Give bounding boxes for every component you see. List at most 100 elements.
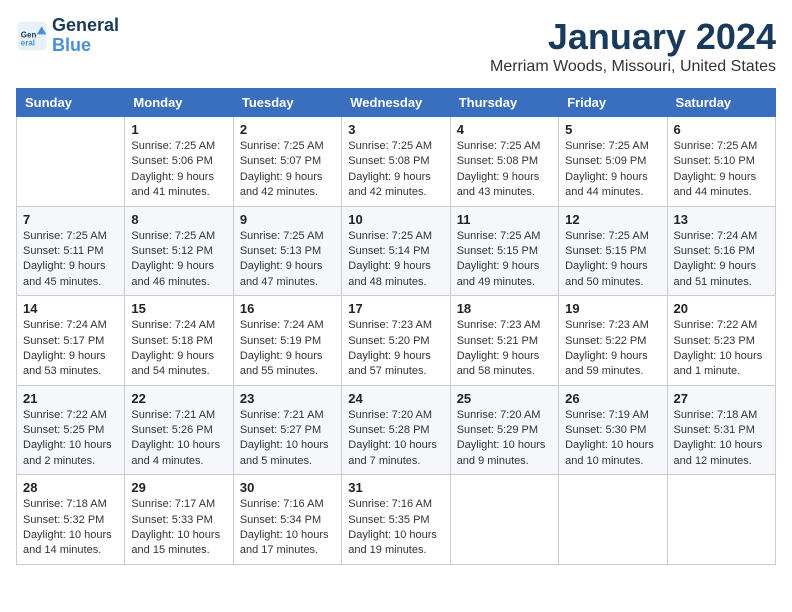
day-info: Sunrise: 7:25 AMSunset: 5:08 PMDaylight:…	[348, 139, 443, 201]
day-number: 17	[348, 301, 443, 316]
day-number: 7	[23, 212, 118, 227]
day-info: Sunrise: 7:21 AMSunset: 5:27 PMDaylight:…	[240, 408, 335, 470]
day-info: Sunrise: 7:16 AMSunset: 5:34 PMDaylight:…	[240, 497, 335, 559]
day-number: 19	[565, 301, 660, 316]
calendar-header-saturday: Saturday	[667, 89, 775, 117]
day-info: Sunrise: 7:24 AMSunset: 5:18 PMDaylight:…	[131, 318, 226, 380]
calendar-day-cell: 26 Sunrise: 7:19 AMSunset: 5:30 PMDaylig…	[559, 385, 667, 475]
calendar-day-cell: 18 Sunrise: 7:23 AMSunset: 5:21 PMDaylig…	[450, 296, 558, 386]
day-number: 22	[131, 391, 226, 406]
day-info: Sunrise: 7:25 AMSunset: 5:07 PMDaylight:…	[240, 139, 335, 201]
empty-cell	[667, 475, 775, 565]
calendar-day-cell: 13 Sunrise: 7:24 AMSunset: 5:16 PMDaylig…	[667, 206, 775, 296]
calendar-day-cell: 16 Sunrise: 7:24 AMSunset: 5:19 PMDaylig…	[233, 296, 341, 386]
day-info: Sunrise: 7:25 AMSunset: 5:10 PMDaylight:…	[674, 139, 769, 201]
day-number: 14	[23, 301, 118, 316]
day-number: 20	[674, 301, 769, 316]
day-number: 9	[240, 212, 335, 227]
calendar-header-monday: Monday	[125, 89, 233, 117]
day-number: 30	[240, 480, 335, 495]
logo: Gen eral General Blue	[16, 16, 119, 56]
calendar-day-cell: 21 Sunrise: 7:22 AMSunset: 5:25 PMDaylig…	[17, 385, 125, 475]
month-title: January 2024	[490, 16, 776, 58]
calendar-header-thursday: Thursday	[450, 89, 558, 117]
calendar-day-cell: 6 Sunrise: 7:25 AMSunset: 5:10 PMDayligh…	[667, 117, 775, 207]
calendar-day-cell: 5 Sunrise: 7:25 AMSunset: 5:09 PMDayligh…	[559, 117, 667, 207]
calendar-header-sunday: Sunday	[17, 89, 125, 117]
empty-cell	[17, 117, 125, 207]
day-info: Sunrise: 7:23 AMSunset: 5:20 PMDaylight:…	[348, 318, 443, 380]
calendar-header-row: SundayMondayTuesdayWednesdayThursdayFrid…	[17, 89, 776, 117]
day-number: 11	[457, 212, 552, 227]
day-info: Sunrise: 7:24 AMSunset: 5:19 PMDaylight:…	[240, 318, 335, 380]
day-info: Sunrise: 7:25 AMSunset: 5:11 PMDaylight:…	[23, 229, 118, 291]
page-header: Gen eral General Blue January 2024 Merri…	[16, 16, 776, 76]
day-info: Sunrise: 7:20 AMSunset: 5:29 PMDaylight:…	[457, 408, 552, 470]
day-number: 6	[674, 122, 769, 137]
logo-text: General Blue	[52, 16, 119, 56]
day-info: Sunrise: 7:25 AMSunset: 5:09 PMDaylight:…	[565, 139, 660, 201]
day-info: Sunrise: 7:25 AMSunset: 5:13 PMDaylight:…	[240, 229, 335, 291]
day-info: Sunrise: 7:23 AMSunset: 5:22 PMDaylight:…	[565, 318, 660, 380]
day-number: 15	[131, 301, 226, 316]
calendar-day-cell: 10 Sunrise: 7:25 AMSunset: 5:14 PMDaylig…	[342, 206, 450, 296]
day-number: 10	[348, 212, 443, 227]
day-number: 8	[131, 212, 226, 227]
calendar-week-row: 14 Sunrise: 7:24 AMSunset: 5:17 PMDaylig…	[17, 296, 776, 386]
day-number: 24	[348, 391, 443, 406]
calendar-day-cell: 30 Sunrise: 7:16 AMSunset: 5:34 PMDaylig…	[233, 475, 341, 565]
calendar-week-row: 7 Sunrise: 7:25 AMSunset: 5:11 PMDayligh…	[17, 206, 776, 296]
day-info: Sunrise: 7:25 AMSunset: 5:14 PMDaylight:…	[348, 229, 443, 291]
day-info: Sunrise: 7:16 AMSunset: 5:35 PMDaylight:…	[348, 497, 443, 559]
day-number: 23	[240, 391, 335, 406]
day-info: Sunrise: 7:24 AMSunset: 5:16 PMDaylight:…	[674, 229, 769, 291]
day-info: Sunrise: 7:19 AMSunset: 5:30 PMDaylight:…	[565, 408, 660, 470]
calendar-day-cell: 29 Sunrise: 7:17 AMSunset: 5:33 PMDaylig…	[125, 475, 233, 565]
calendar-day-cell: 11 Sunrise: 7:25 AMSunset: 5:15 PMDaylig…	[450, 206, 558, 296]
logo-icon: Gen eral	[16, 20, 48, 52]
calendar-day-cell: 20 Sunrise: 7:22 AMSunset: 5:23 PMDaylig…	[667, 296, 775, 386]
calendar-day-cell: 4 Sunrise: 7:25 AMSunset: 5:08 PMDayligh…	[450, 117, 558, 207]
day-number: 4	[457, 122, 552, 137]
calendar-day-cell: 7 Sunrise: 7:25 AMSunset: 5:11 PMDayligh…	[17, 206, 125, 296]
day-number: 2	[240, 122, 335, 137]
calendar-day-cell: 24 Sunrise: 7:20 AMSunset: 5:28 PMDaylig…	[342, 385, 450, 475]
day-info: Sunrise: 7:25 AMSunset: 5:15 PMDaylight:…	[457, 229, 552, 291]
calendar-day-cell: 12 Sunrise: 7:25 AMSunset: 5:15 PMDaylig…	[559, 206, 667, 296]
day-info: Sunrise: 7:22 AMSunset: 5:23 PMDaylight:…	[674, 318, 769, 380]
calendar-day-cell: 25 Sunrise: 7:20 AMSunset: 5:29 PMDaylig…	[450, 385, 558, 475]
day-info: Sunrise: 7:18 AMSunset: 5:31 PMDaylight:…	[674, 408, 769, 470]
day-info: Sunrise: 7:24 AMSunset: 5:17 PMDaylight:…	[23, 318, 118, 380]
day-number: 13	[674, 212, 769, 227]
calendar-day-cell: 17 Sunrise: 7:23 AMSunset: 5:20 PMDaylig…	[342, 296, 450, 386]
calendar-header-tuesday: Tuesday	[233, 89, 341, 117]
calendar-day-cell: 3 Sunrise: 7:25 AMSunset: 5:08 PMDayligh…	[342, 117, 450, 207]
day-number: 28	[23, 480, 118, 495]
day-info: Sunrise: 7:20 AMSunset: 5:28 PMDaylight:…	[348, 408, 443, 470]
calendar-day-cell: 9 Sunrise: 7:25 AMSunset: 5:13 PMDayligh…	[233, 206, 341, 296]
calendar-day-cell: 22 Sunrise: 7:21 AMSunset: 5:26 PMDaylig…	[125, 385, 233, 475]
day-info: Sunrise: 7:25 AMSunset: 5:08 PMDaylight:…	[457, 139, 552, 201]
day-info: Sunrise: 7:23 AMSunset: 5:21 PMDaylight:…	[457, 318, 552, 380]
empty-cell	[559, 475, 667, 565]
day-number: 31	[348, 480, 443, 495]
title-area: January 2024 Merriam Woods, Missouri, Un…	[490, 16, 776, 76]
day-number: 27	[674, 391, 769, 406]
day-number: 21	[23, 391, 118, 406]
day-number: 29	[131, 480, 226, 495]
calendar-day-cell: 14 Sunrise: 7:24 AMSunset: 5:17 PMDaylig…	[17, 296, 125, 386]
day-info: Sunrise: 7:25 AMSunset: 5:12 PMDaylight:…	[131, 229, 226, 291]
empty-cell	[450, 475, 558, 565]
day-number: 3	[348, 122, 443, 137]
calendar-week-row: 1 Sunrise: 7:25 AMSunset: 5:06 PMDayligh…	[17, 117, 776, 207]
calendar-day-cell: 27 Sunrise: 7:18 AMSunset: 5:31 PMDaylig…	[667, 385, 775, 475]
day-number: 12	[565, 212, 660, 227]
calendar-day-cell: 28 Sunrise: 7:18 AMSunset: 5:32 PMDaylig…	[17, 475, 125, 565]
calendar-day-cell: 31 Sunrise: 7:16 AMSunset: 5:35 PMDaylig…	[342, 475, 450, 565]
day-info: Sunrise: 7:17 AMSunset: 5:33 PMDaylight:…	[131, 497, 226, 559]
day-number: 25	[457, 391, 552, 406]
day-info: Sunrise: 7:25 AMSunset: 5:06 PMDaylight:…	[131, 139, 226, 201]
calendar-day-cell: 8 Sunrise: 7:25 AMSunset: 5:12 PMDayligh…	[125, 206, 233, 296]
day-info: Sunrise: 7:21 AMSunset: 5:26 PMDaylight:…	[131, 408, 226, 470]
calendar-table: SundayMondayTuesdayWednesdayThursdayFrid…	[16, 88, 776, 565]
